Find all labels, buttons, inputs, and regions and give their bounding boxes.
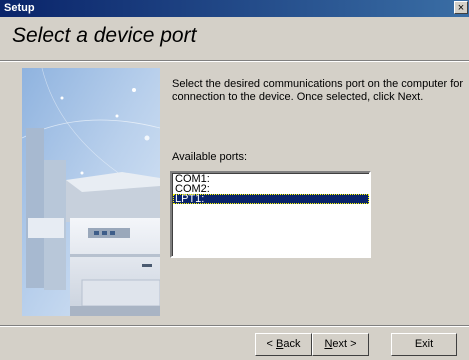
- close-icon[interactable]: ×: [454, 1, 468, 14]
- instruction-text: Select the desired communications port o…: [172, 78, 464, 103]
- setup-dialog: Setup × Select a device port Select the …: [0, 0, 469, 360]
- next-button-label: ext >: [332, 338, 357, 350]
- exit-button[interactable]: Exit: [391, 333, 457, 356]
- header-panel: Select a device port: [0, 17, 469, 61]
- next-button[interactable]: Next >: [312, 333, 369, 356]
- footer-divider-highlight: [0, 326, 469, 327]
- list-item-lpt1[interactable]: LPT1:: [173, 194, 369, 205]
- back-button-label: ack: [283, 338, 301, 350]
- back-button-prefix: <: [266, 338, 276, 350]
- printer-illustration: [22, 68, 160, 316]
- page-title: Select a device port: [12, 24, 197, 47]
- ports-listbox[interactable]: COM1: COM2: LPT1:: [170, 171, 371, 258]
- window-title: Setup: [4, 2, 35, 14]
- title-bar: Setup ×: [0, 0, 469, 17]
- available-ports-label: Available ports:: [172, 151, 248, 163]
- back-button[interactable]: < Back: [255, 333, 312, 356]
